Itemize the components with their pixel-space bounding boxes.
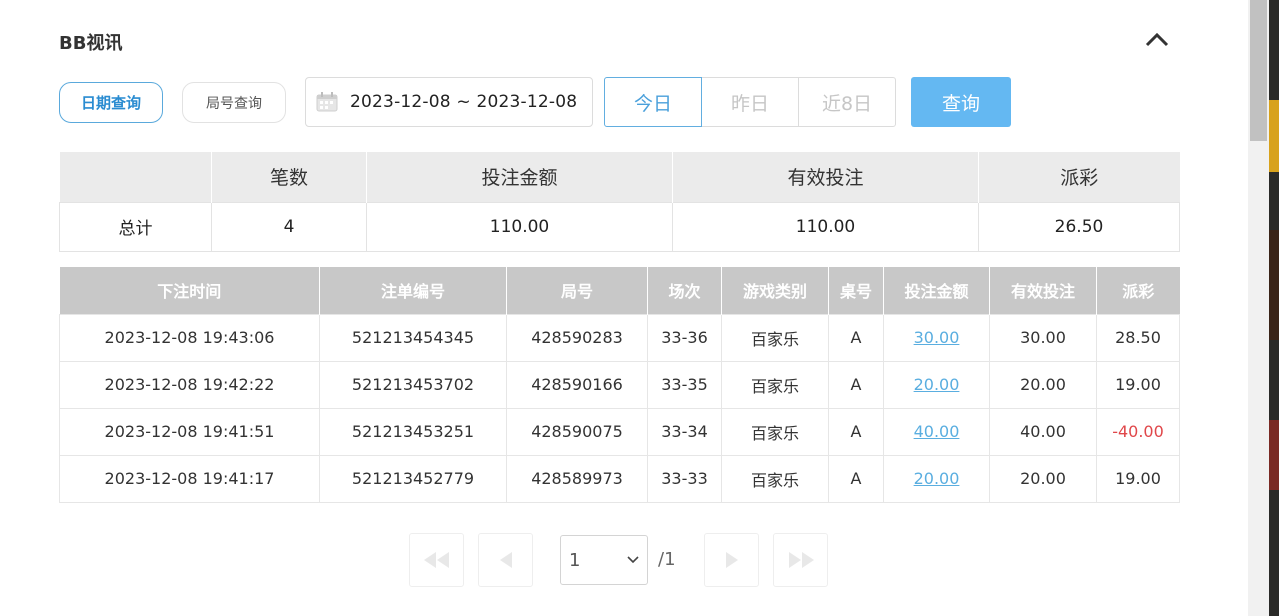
table-cell: 521213452779: [319, 454, 507, 503]
table-row: 2023-12-08 19:41:51 521213453251 428590075…: [59, 407, 1180, 456]
detail-header-cell: 场次: [647, 267, 722, 314]
summary-cell: 4: [211, 201, 367, 252]
quick-today[interactable]: 今日: [604, 77, 702, 127]
table-row: 2023-12-08 19:42:22 521213453702 428590166…: [59, 360, 1180, 409]
table-cell: 428590283: [506, 313, 648, 362]
table-cell: 521213453251: [319, 407, 507, 456]
collapse-button[interactable]: [1144, 28, 1170, 50]
table-cell: A: [828, 454, 884, 503]
chevron-down-icon: [627, 556, 639, 564]
page-total: /1: [658, 549, 676, 570]
table-row: 2023-12-08 19:41:17 521213452779 428589973…: [59, 454, 1180, 503]
table-cell: 428590075: [506, 407, 648, 456]
summary-header-cell: 派彩: [978, 152, 1180, 202]
summary-table: 笔数 投注金额 有效投注 派彩 总计 4 110.00 110.00 26.50: [59, 152, 1180, 252]
double-chevron-right-icon: [788, 552, 814, 568]
chevron-right-icon: [725, 552, 738, 568]
first-page-button[interactable]: [409, 533, 464, 587]
summary-cell: 110.00: [366, 201, 673, 252]
table-cell: 19.00: [1096, 360, 1180, 409]
table-cell: 428589973: [506, 454, 648, 503]
table-cell: 20.00: [883, 454, 990, 503]
table-cell: 2023-12-08 19:41:17: [59, 454, 320, 503]
quick-yesterday[interactable]: 昨日: [701, 77, 799, 127]
summary-header-cell: 笔数: [211, 152, 367, 202]
table-cell: 28.50: [1096, 313, 1180, 362]
summary-cell: 26.50: [978, 201, 1180, 252]
table-cell: A: [828, 313, 884, 362]
detail-header-cell: 局号: [506, 267, 648, 314]
table-cell: 2023-12-08 19:42:22: [59, 360, 320, 409]
table-cell: 40.00: [989, 407, 1097, 456]
table-cell: 40.00: [883, 407, 990, 456]
last-page-button[interactable]: [773, 533, 828, 587]
table-cell: 33-33: [647, 454, 722, 503]
table-cell: 2023-12-08 19:41:51: [59, 407, 320, 456]
table-cell: 33-36: [647, 313, 722, 362]
table-cell: 百家乐: [721, 454, 829, 503]
background-edge: [1269, 0, 1279, 616]
table-cell: 19.00: [1096, 454, 1180, 503]
bet-amount-link[interactable]: 20.00: [914, 375, 960, 394]
bet-amount-link[interactable]: 30.00: [914, 328, 960, 347]
detail-header-cell: 注单编号: [319, 267, 507, 314]
bet-detail-table: 下注时间 注单编号 局号 场次 游戏类别 桌号 投注金额 有效投注 派彩 2023-12-08 …: [59, 267, 1180, 503]
tab-round-query[interactable]: 局号查询: [182, 82, 286, 123]
detail-header-cell: 游戏类别: [721, 267, 829, 314]
query-button[interactable]: 查询: [911, 77, 1011, 127]
table-cell: 百家乐: [721, 407, 829, 456]
detail-header-cell: 下注时间: [59, 267, 320, 314]
prev-page-button[interactable]: [478, 533, 533, 587]
table-cell: 百家乐: [721, 360, 829, 409]
page-select-value: 1: [569, 549, 581, 571]
bet-amount-link[interactable]: 40.00: [914, 422, 960, 441]
table-cell: A: [828, 407, 884, 456]
tab-date-query[interactable]: 日期查询: [59, 82, 163, 123]
table-cell: 30.00: [989, 313, 1097, 362]
table-cell: 20.00: [883, 360, 990, 409]
table-cell: A: [828, 360, 884, 409]
table-cell: 30.00: [883, 313, 990, 362]
table-cell: 2023-12-08 19:43:06: [59, 313, 320, 362]
table-row: 2023-12-08 19:43:06 521213454345 428590283…: [59, 313, 1180, 362]
scrollbar-thumb[interactable]: [1250, 0, 1267, 141]
table-cell: 20.00: [989, 360, 1097, 409]
panel-title: BB视讯: [59, 33, 123, 54]
table-cell: 33-35: [647, 360, 722, 409]
table-cell: 428590166: [506, 360, 648, 409]
table-cell: 百家乐: [721, 313, 829, 362]
summary-cell: 总计: [59, 201, 212, 252]
bet-amount-link[interactable]: 20.00: [914, 469, 960, 488]
quick-last-8-days[interactable]: 近8日: [798, 77, 896, 127]
table-cell: 521213453702: [319, 360, 507, 409]
chevron-left-icon: [499, 552, 512, 568]
summary-header-cell: 有效投注: [672, 152, 979, 202]
summary-header-cell: 投注金额: [366, 152, 673, 202]
chevron-up-icon: [1145, 32, 1169, 47]
detail-header-cell: 投注金额: [883, 267, 990, 314]
date-range-text: 2023-12-08 ~ 2023-12-08: [350, 92, 578, 112]
detail-header-cell: 派彩: [1096, 267, 1180, 314]
detail-header-cell: 有效投注: [989, 267, 1097, 314]
table-cell: 33-34: [647, 407, 722, 456]
page-select[interactable]: 1: [560, 535, 648, 585]
quick-date-group: 今日 昨日 近8日: [604, 77, 896, 127]
summary-header-cell: [59, 152, 212, 202]
table-cell: 521213454345: [319, 313, 507, 362]
double-chevron-left-icon: [423, 552, 449, 568]
table-cell: 20.00: [989, 454, 1097, 503]
summary-cell: 110.00: [672, 201, 979, 252]
date-range-input[interactable]: 2023-12-08 ~ 2023-12-08: [305, 77, 593, 127]
table-cell: -40.00: [1096, 407, 1180, 456]
next-page-button[interactable]: [704, 533, 759, 587]
calendar-icon: [316, 92, 338, 112]
detail-header-cell: 桌号: [828, 267, 884, 314]
